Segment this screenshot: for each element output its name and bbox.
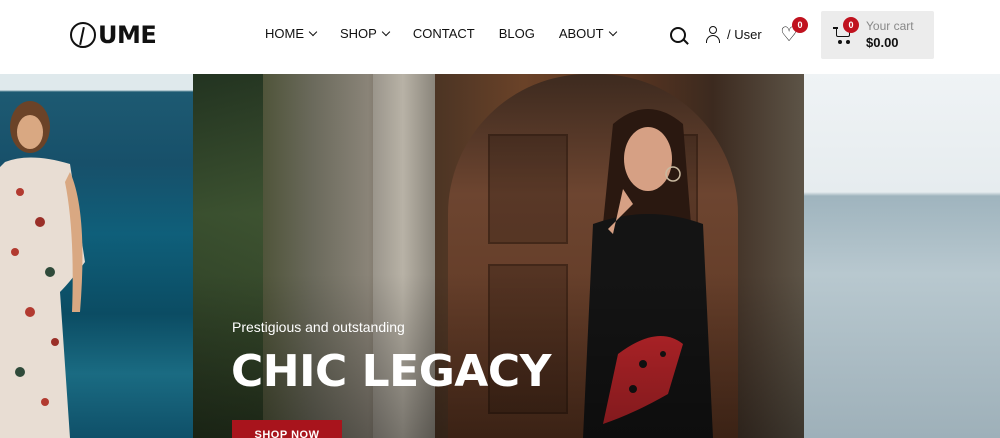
- user-icon: [705, 26, 721, 43]
- cart-label: Your cart: [866, 19, 914, 33]
- shop-now-button[interactable]: SHOP NOW: [232, 420, 342, 438]
- wishlist-count-badge: 0: [792, 17, 808, 33]
- hero-title: CHIC LEGACY: [231, 346, 552, 397]
- user-account-link[interactable]: / User: [705, 26, 762, 43]
- hero-subtitle: Prestigious and outstanding: [232, 319, 405, 335]
- chevron-down-icon: [608, 27, 617, 37]
- nav-item-label: HOME: [265, 26, 304, 41]
- nav-item-shop[interactable]: SHOP: [340, 26, 391, 41]
- chevron-down-icon: [308, 27, 318, 37]
- nav-item-label: BLOG: [498, 26, 535, 41]
- nav-item-contact[interactable]: CONTACT: [413, 26, 475, 41]
- search-icon[interactable]: [670, 27, 686, 43]
- hero-slide-previous[interactable]: [0, 74, 193, 438]
- wishlist-button[interactable]: ♡ 0: [780, 17, 808, 45]
- nav-item-about[interactable]: ABOUT: [558, 26, 617, 41]
- beach-model-image: [0, 101, 85, 438]
- cart-button[interactable]: 0 Your cart $0.00: [821, 11, 934, 59]
- site-logo[interactable]: UME: [70, 19, 157, 51]
- cart-count-badge: 0: [843, 17, 859, 33]
- nav-item-label: CONTACT: [412, 26, 475, 41]
- nav-item-blog[interactable]: BLOG: [499, 26, 535, 41]
- nav-item-label: SHOP: [340, 26, 377, 41]
- user-label: / User: [727, 27, 762, 42]
- cart-total: $0.00: [866, 35, 899, 50]
- logo-text: UME: [98, 21, 157, 49]
- nav-item-label: ABOUT: [558, 26, 604, 41]
- chevron-down-icon: [381, 27, 391, 37]
- logo-mark-icon: [70, 22, 96, 48]
- hero-slide-next[interactable]: [804, 74, 1000, 438]
- site-header: UME HOME SHOP CONTACT BLOG ABOUT / User …: [0, 0, 1000, 74]
- main-nav: HOME SHOP CONTACT BLOG ABOUT: [265, 26, 640, 41]
- nav-item-home[interactable]: HOME: [265, 26, 318, 41]
- hero-slider: Prestigious and outstanding CHIC LEGACY …: [0, 74, 1000, 438]
